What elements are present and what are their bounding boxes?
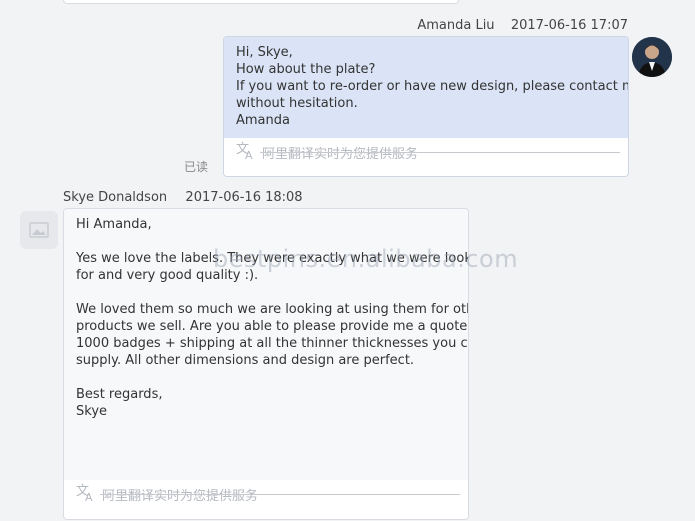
message-header-amanda: Amanda Liu 2017-06-16 17:07 [417,18,628,33]
message-timestamp: 2017-06-16 18:08 [185,190,303,205]
message-line: Amanda [236,113,290,128]
image-placeholder-icon [29,222,49,238]
person-photo-icon [632,37,672,77]
translate-icon: 文 A [76,482,96,506]
message-body: Hi, Skye, How about the plate? If you wa… [224,37,628,138]
message-line: 1000 badges + shipping at all the thinne… [76,336,469,351]
message-bubble-amanda[interactable]: Hi, Skye, How about the plate? If you wa… [223,36,629,177]
previous-message-bubble [63,0,459,4]
translate-icon: 文 A [236,140,256,164]
message-header-skye: Skye Donaldson 2017-06-16 18:08 [63,190,303,205]
message-line: Hi Amanda, [76,217,152,232]
translate-bar[interactable]: 文 A 阿里翻译实时为您提供服务 [76,482,460,506]
avatar-skye[interactable] [20,211,58,249]
avatar-amanda[interactable] [632,37,672,77]
watermark: bestpins.en.alibaba.com [213,245,519,273]
message-line: Best regards, [76,387,163,402]
divider [100,494,460,495]
svg-text:A: A [85,491,93,502]
message-line: without hesitation. [236,96,358,111]
message-line: products we sell. Are you able to please… [76,319,469,334]
message-line: If you want to re-order or have new desi… [236,79,629,94]
message-line: We loved them so much we are looking at … [76,302,469,317]
svg-text:A: A [245,149,253,160]
message-line: supply. All other dimensions and design … [76,353,415,368]
read-status: 已读 [184,160,209,174]
message-line: Skye [76,404,108,419]
sender-name: Skye Donaldson [63,190,168,205]
sender-name: Amanda Liu [417,18,495,33]
translate-bar[interactable]: 文 A 阿里翻译实时为您提供服务 [236,140,620,164]
message-timestamp: 2017-06-16 17:07 [510,18,628,33]
message-line: Hi, Skye, [236,45,293,60]
divider [260,152,620,153]
message-line: How about the plate? [236,62,376,77]
